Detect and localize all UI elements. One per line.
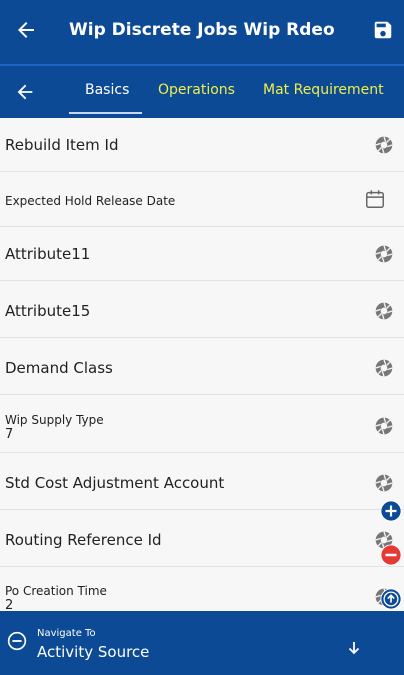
field-attribute15[interactable]: Attribute15 bbox=[0, 281, 404, 338]
camera-icon[interactable] bbox=[374, 416, 394, 436]
calendar-icon[interactable] bbox=[364, 188, 386, 210]
camera-icon[interactable] bbox=[374, 358, 394, 378]
tab-mat-requirement[interactable]: Mat Requirement bbox=[263, 82, 384, 98]
field-po-creation-time[interactable]: Po Creation Time 2 bbox=[0, 567, 404, 611]
field-label: Std Cost Adjustment Account bbox=[5, 474, 225, 492]
arrow-down-icon[interactable] bbox=[348, 641, 360, 655]
page-title: Wip Discrete Jobs Wip Rdeo bbox=[69, 20, 335, 40]
camera-icon[interactable] bbox=[374, 244, 394, 264]
save-icon[interactable] bbox=[372, 19, 394, 41]
field-label: Po Creation Time bbox=[5, 584, 107, 598]
field-value: 7 bbox=[5, 427, 14, 442]
tab-back-arrow-icon[interactable] bbox=[14, 81, 36, 103]
field-rebuild-item-id[interactable]: Rebuild Item Id bbox=[0, 118, 404, 172]
app-bar: Wip Discrete Jobs Wip Rdeo bbox=[0, 0, 404, 64]
remove-record-button[interactable] bbox=[380, 544, 402, 566]
camera-icon[interactable] bbox=[374, 473, 394, 493]
back-arrow-icon[interactable] bbox=[14, 18, 38, 42]
tab-basics[interactable]: Basics bbox=[85, 82, 129, 98]
active-tab-indicator bbox=[69, 112, 142, 114]
field-label: Attribute15 bbox=[5, 302, 91, 320]
field-routing-reference-id[interactable]: Routing Reference Id bbox=[0, 510, 404, 567]
add-record-button[interactable] bbox=[380, 500, 402, 522]
field-attribute11[interactable]: Attribute11 bbox=[0, 227, 404, 281]
field-demand-class[interactable]: Demand Class bbox=[0, 338, 404, 395]
form-content: Rebuild Item Id Expected Hold Release Da… bbox=[0, 118, 404, 611]
navigate-to-value[interactable]: Activity Source bbox=[37, 643, 149, 661]
field-std-cost-adjustment-account[interactable]: Std Cost Adjustment Account bbox=[0, 453, 404, 510]
collapse-icon[interactable] bbox=[7, 631, 27, 651]
camera-icon[interactable] bbox=[374, 135, 394, 155]
field-label: Demand Class bbox=[5, 359, 113, 377]
field-label: Attribute11 bbox=[5, 245, 91, 263]
scroll-up-button[interactable] bbox=[380, 588, 402, 610]
field-label: Expected Hold Release Date bbox=[5, 194, 176, 208]
field-label: Rebuild Item Id bbox=[5, 136, 119, 154]
field-label: Wip Supply Type bbox=[5, 413, 104, 427]
field-label: Routing Reference Id bbox=[5, 531, 162, 549]
navigate-to-bar[interactable]: Navigate To Activity Source bbox=[0, 611, 404, 675]
camera-icon[interactable] bbox=[374, 301, 394, 321]
field-wip-supply-type[interactable]: Wip Supply Type 7 bbox=[0, 395, 404, 453]
tab-operations[interactable]: Operations bbox=[158, 82, 235, 98]
navigate-to-label: Navigate To bbox=[37, 628, 96, 639]
tab-bar: Basics Operations Mat Requirement bbox=[0, 66, 404, 118]
field-expected-hold-release-date[interactable]: Expected Hold Release Date bbox=[0, 172, 404, 227]
field-value: 2 bbox=[5, 598, 14, 611]
